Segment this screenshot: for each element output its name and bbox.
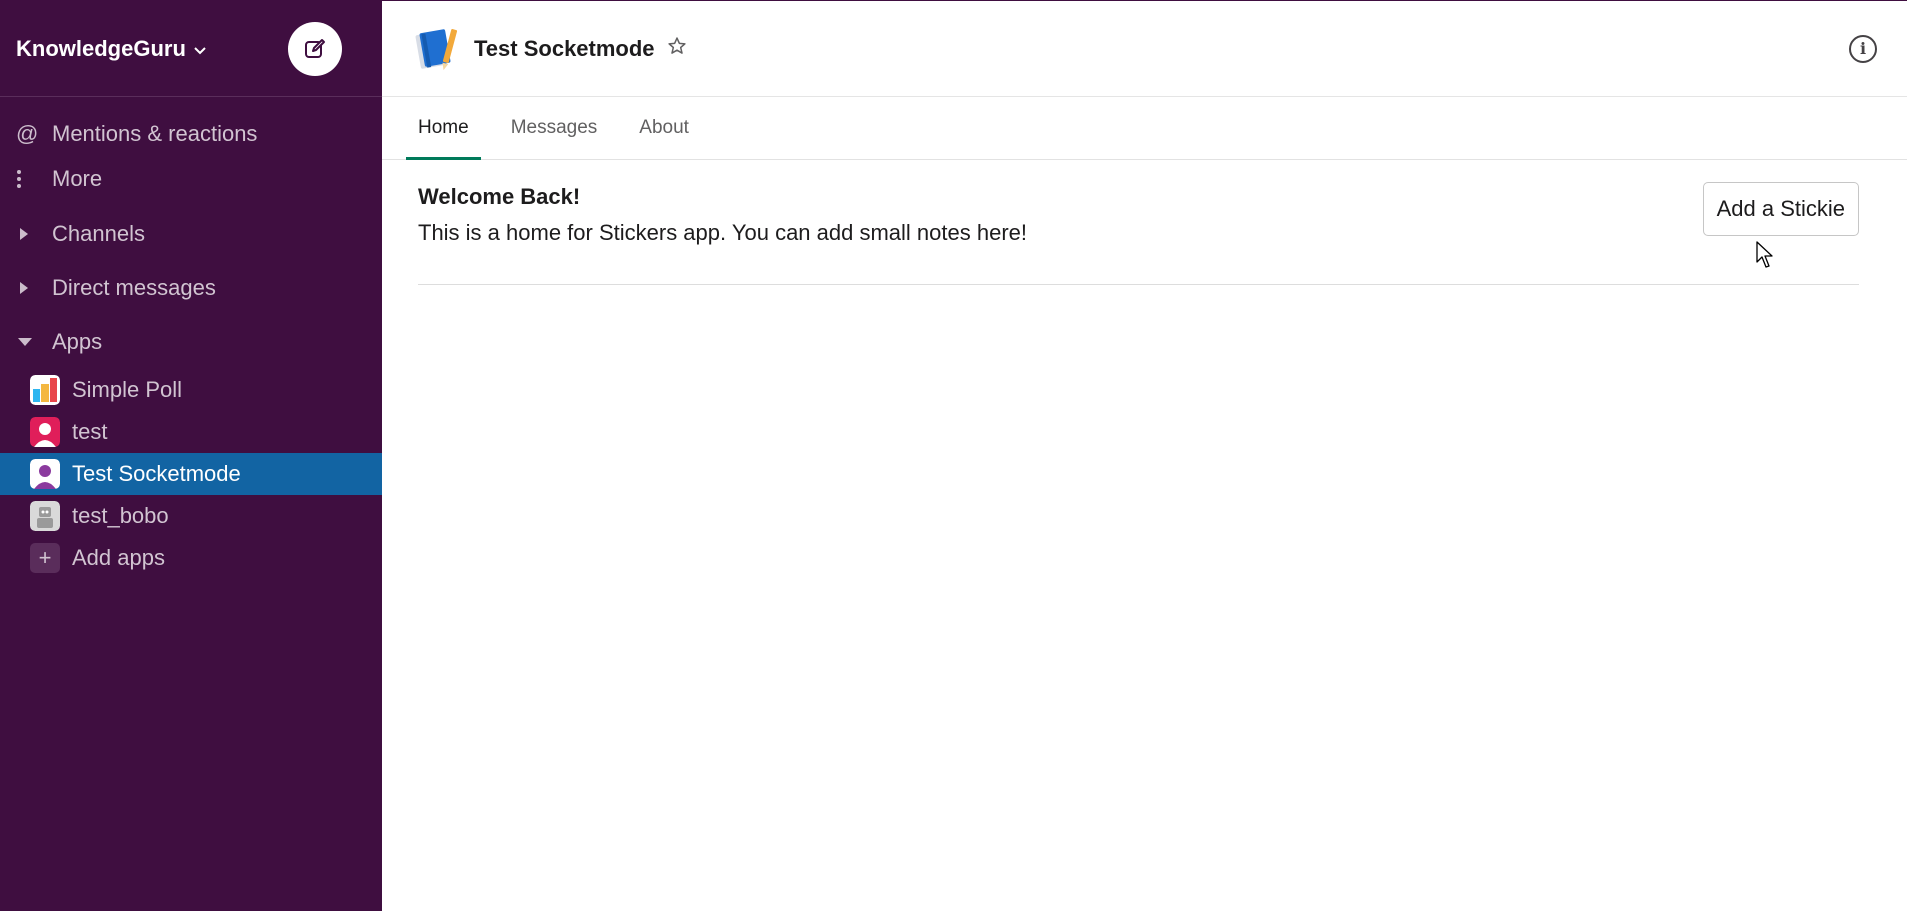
workspace-header: KnowledgeGuru bbox=[0, 1, 382, 97]
sidebar: KnowledgeGuru @ Mentions & reactions Mor… bbox=[0, 1, 382, 911]
sidebar-item-mentions[interactable]: @ Mentions & reactions bbox=[0, 111, 382, 156]
sidebar-item-test-bobo[interactable]: test_bobo bbox=[0, 495, 382, 537]
section-label: Direct messages bbox=[52, 275, 216, 300]
sidebar-item-label: Add apps bbox=[72, 545, 165, 570]
plus-icon: + bbox=[30, 543, 60, 573]
section-apps[interactable]: Apps bbox=[0, 315, 382, 369]
section-direct-messages[interactable]: Direct messages bbox=[0, 261, 382, 315]
sidebar-item-label: Test Socketmode bbox=[72, 461, 241, 486]
sidebar-item-simple-poll[interactable]: Simple Poll bbox=[0, 369, 382, 411]
caret-right-icon bbox=[20, 228, 52, 240]
sidebar-item-add-apps[interactable]: + Add apps bbox=[0, 537, 382, 579]
compose-button[interactable] bbox=[288, 21, 342, 76]
user-avatar-icon bbox=[30, 459, 60, 489]
main-pane: Test Socketmode i Home Messages About We… bbox=[382, 1, 1907, 911]
sidebar-item-label: Mentions & reactions bbox=[52, 120, 258, 146]
section-label: Apps bbox=[52, 329, 103, 354]
robot-icon bbox=[30, 501, 60, 531]
sidebar-item-test-socketmode[interactable]: Test Socketmode bbox=[0, 453, 382, 495]
star-icon[interactable] bbox=[667, 36, 687, 62]
channel-title: Test Socketmode bbox=[474, 35, 655, 61]
tab-about[interactable]: About bbox=[627, 96, 701, 159]
sidebar-item-test[interactable]: test bbox=[0, 411, 382, 453]
welcome-heading: Welcome Back! bbox=[418, 184, 581, 209]
compose-icon bbox=[305, 38, 325, 58]
notebook-icon bbox=[414, 25, 462, 73]
workspace-name: KnowledgeGuru bbox=[16, 35, 186, 61]
add-stickie-button[interactable]: Add a Stickie bbox=[1702, 182, 1859, 236]
mouse-cursor-icon bbox=[1756, 241, 1773, 268]
tab-bar: Home Messages About bbox=[382, 97, 1907, 160]
workspace-switcher[interactable]: KnowledgeGuru bbox=[16, 36, 206, 62]
user-avatar-icon bbox=[30, 417, 60, 447]
sidebar-item-label: Simple Poll bbox=[72, 377, 183, 402]
tab-home[interactable]: Home bbox=[406, 96, 481, 160]
sidebar-item-label: More bbox=[52, 165, 103, 191]
tab-messages[interactable]: Messages bbox=[499, 96, 610, 159]
chevron-down-icon bbox=[194, 42, 206, 58]
info-icon[interactable]: i bbox=[1849, 34, 1877, 63]
section-channels[interactable]: Channels bbox=[0, 207, 382, 261]
bar-chart-icon bbox=[30, 375, 60, 405]
home-section: Welcome Back! This is a home for Sticker… bbox=[418, 182, 1859, 285]
caret-down-icon bbox=[18, 338, 52, 346]
sidebar-item-more[interactable]: More bbox=[0, 156, 382, 201]
sidebar-item-label: test bbox=[72, 419, 108, 444]
sidebar-nav: @ Mentions & reactions More Channels Dir… bbox=[0, 97, 382, 579]
sidebar-item-label: test_bobo bbox=[72, 503, 169, 528]
section-label: Channels bbox=[52, 221, 145, 246]
caret-right-icon bbox=[20, 282, 52, 294]
channel-header: Test Socketmode i bbox=[382, 1, 1907, 97]
at-icon: @ bbox=[16, 120, 39, 146]
more-vertical-icon bbox=[16, 169, 52, 189]
welcome-description: This is a home for Stickers app. You can… bbox=[418, 220, 1027, 245]
